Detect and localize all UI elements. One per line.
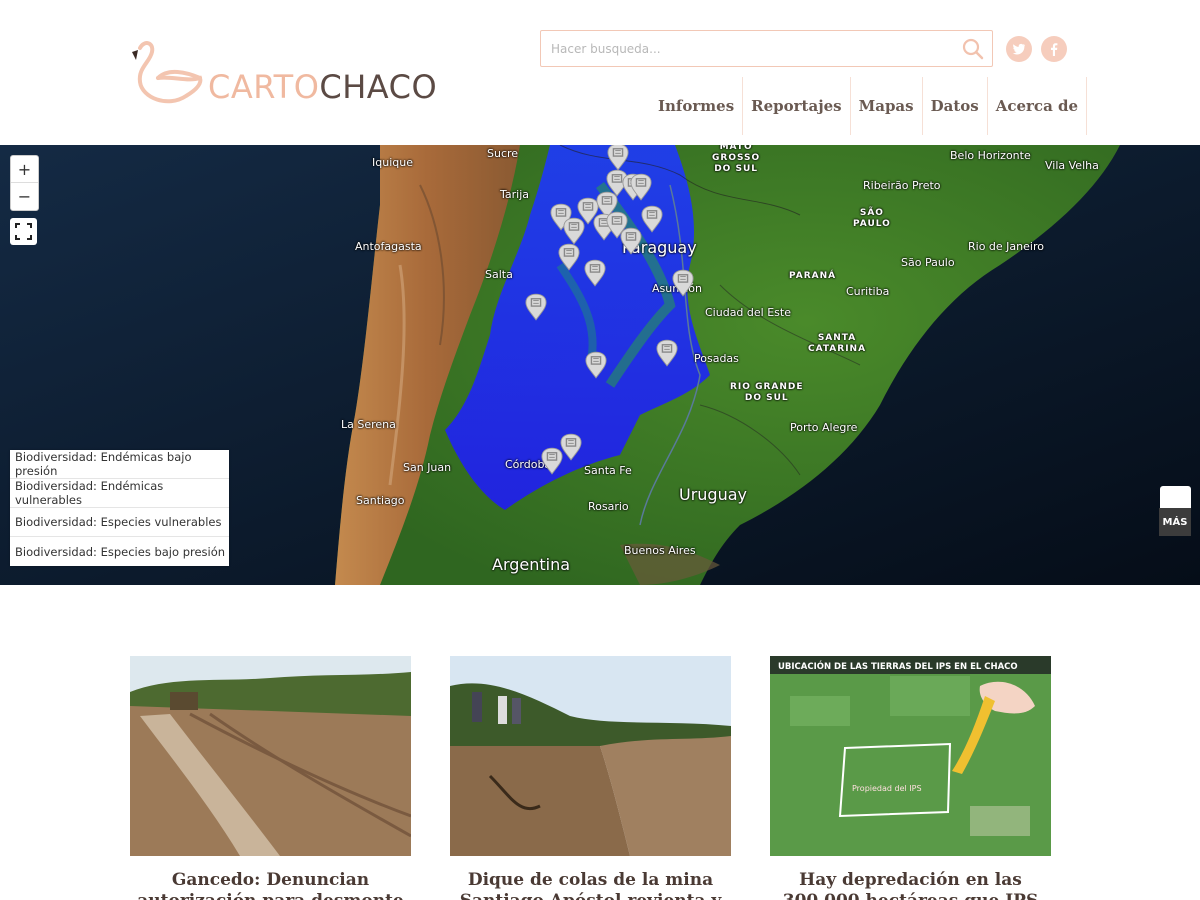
- place-label: Santiago: [356, 494, 405, 507]
- map-property-label: Propiedad del IPS: [852, 784, 922, 793]
- layer-list: Biodiversidad: Endémicas bajo presión Bi…: [10, 450, 229, 566]
- nav-item-informes[interactable]: Informes: [650, 77, 742, 135]
- zoom-in-button[interactable]: +: [11, 156, 38, 183]
- article-image[interactable]: [130, 656, 411, 856]
- map-viewport[interactable]: + − Iquique Sucre Tarija Antofagasta Sal…: [0, 145, 1200, 585]
- region-label: SANTA CATARINA: [808, 333, 867, 354]
- map-pin-icon[interactable]: [560, 433, 582, 461]
- facebook-button[interactable]: [1041, 36, 1067, 62]
- search-input[interactable]: [551, 39, 951, 59]
- map-caption: UBICACIÓN DE LAS TIERRAS DEL IPS EN EL C…: [778, 660, 1018, 672]
- map-pin-icon[interactable]: [541, 447, 563, 475]
- nav-item-reportajes[interactable]: Reportajes: [742, 77, 849, 135]
- place-label: Antofagasta: [355, 240, 422, 253]
- logo-text: CARTOCHACO: [208, 68, 438, 106]
- zoom-out-button[interactable]: −: [11, 183, 38, 210]
- article-title[interactable]: Dique de colas de la mina Santiago Apóst…: [450, 870, 731, 900]
- site-logo[interactable]: CARTOCHACO: [128, 38, 438, 110]
- place-label: Rosario: [588, 500, 629, 513]
- place-label: Santa Fe: [584, 464, 632, 477]
- article-title[interactable]: Hay depredación en las 300.000 hectáreas…: [770, 870, 1051, 900]
- map-pin-icon[interactable]: [641, 205, 663, 233]
- region-label: RIO GRANDE DO SUL: [730, 382, 804, 403]
- search-box: [540, 30, 993, 67]
- place-label: Salta: [485, 268, 513, 281]
- facebook-icon: [1051, 43, 1058, 56]
- nav-item-acerca-de[interactable]: Acerca de: [986, 77, 1088, 135]
- region-label: PARANÁ: [789, 271, 837, 281]
- nav-item-mapas[interactable]: Mapas: [849, 77, 922, 135]
- place-label: Iquique: [372, 156, 413, 169]
- place-label: Ciudad del Este: [705, 306, 791, 319]
- river-bank-photo: [450, 656, 731, 856]
- map-pin-icon[interactable]: [558, 243, 580, 271]
- place-label: La Serena: [341, 418, 396, 431]
- place-label: Vila Velha: [1045, 159, 1099, 172]
- country-label: Uruguay: [679, 485, 747, 504]
- ips-land-map: UBICACIÓN DE LAS TIERRAS DEL IPS EN EL C…: [770, 656, 1051, 856]
- twitter-icon: [1012, 43, 1025, 55]
- region-label: MATO GROSSO DO SUL: [712, 145, 761, 174]
- article-title[interactable]: Gancedo: Denuncian autorización para des…: [130, 870, 411, 900]
- nav-item-datos[interactable]: Datos: [921, 77, 987, 135]
- twitter-button[interactable]: [1006, 36, 1032, 62]
- place-label: São Paulo: [901, 256, 955, 269]
- article-image[interactable]: [450, 656, 731, 856]
- map-pin-icon[interactable]: [585, 351, 607, 379]
- place-label: Ribeirão Preto: [863, 179, 941, 192]
- place-label: Porto Alegre: [790, 421, 858, 434]
- layer-item[interactable]: Biodiversidad: Endémicas bajo presión: [10, 450, 229, 479]
- region-label: SÃO PAULO: [853, 208, 891, 229]
- country-label: Argentina: [492, 555, 571, 574]
- place-label: Buenos Aires: [624, 544, 696, 557]
- article-image[interactable]: UBICACIÓN DE LAS TIERRAS DEL IPS EN EL C…: [770, 656, 1051, 856]
- zoom-control: + −: [10, 155, 39, 211]
- layer-item[interactable]: Biodiversidad: Especies vulnerables: [10, 508, 229, 537]
- map-pin-icon[interactable]: [525, 293, 547, 321]
- map-pin-icon[interactable]: [656, 339, 678, 367]
- site-header: CARTOCHACO Informes Reportajes Mapas Dat…: [0, 0, 1200, 145]
- flamingo-icon: [132, 41, 203, 104]
- place-label: Curitiba: [846, 285, 890, 298]
- main-nav: Informes Reportajes Mapas Datos Acerca d…: [650, 77, 1088, 135]
- place-label: Sucre: [487, 147, 519, 160]
- article-card[interactable]: UBICACIÓN DE LAS TIERRAS DEL IPS EN EL C…: [770, 656, 1051, 900]
- place-label: Rio de Janeiro: [968, 240, 1044, 253]
- layer-item[interactable]: Biodiversidad: Endémicas vulnerables: [10, 479, 229, 508]
- fullscreen-button[interactable]: [10, 218, 37, 245]
- place-label: San Juan: [403, 461, 452, 474]
- map-pin-icon[interactable]: [607, 145, 629, 171]
- map-pin-icon[interactable]: [584, 259, 606, 287]
- article-card[interactable]: Dique de colas de la mina Santiago Apóst…: [450, 656, 731, 900]
- place-label: Tarija: [500, 188, 530, 201]
- more-tab-top: [1160, 486, 1191, 508]
- map-pin-icon[interactable]: [630, 173, 652, 201]
- layer-item[interactable]: Biodiversidad: Especies bajo presión: [10, 537, 229, 566]
- article-card[interactable]: Gancedo: Denuncian autorización para des…: [130, 656, 411, 900]
- search-icon[interactable]: [962, 38, 984, 60]
- fullscreen-icon: [15, 223, 32, 240]
- map-pin-icon[interactable]: [672, 269, 694, 297]
- more-button[interactable]: MÁS: [1159, 508, 1191, 536]
- dirt-road-photo: [130, 656, 411, 856]
- place-label: Belo Horizonte: [950, 149, 1031, 162]
- map-pin-icon[interactable]: [620, 227, 642, 255]
- map-pin-icon[interactable]: [563, 217, 585, 245]
- place-label: Posadas: [694, 352, 739, 365]
